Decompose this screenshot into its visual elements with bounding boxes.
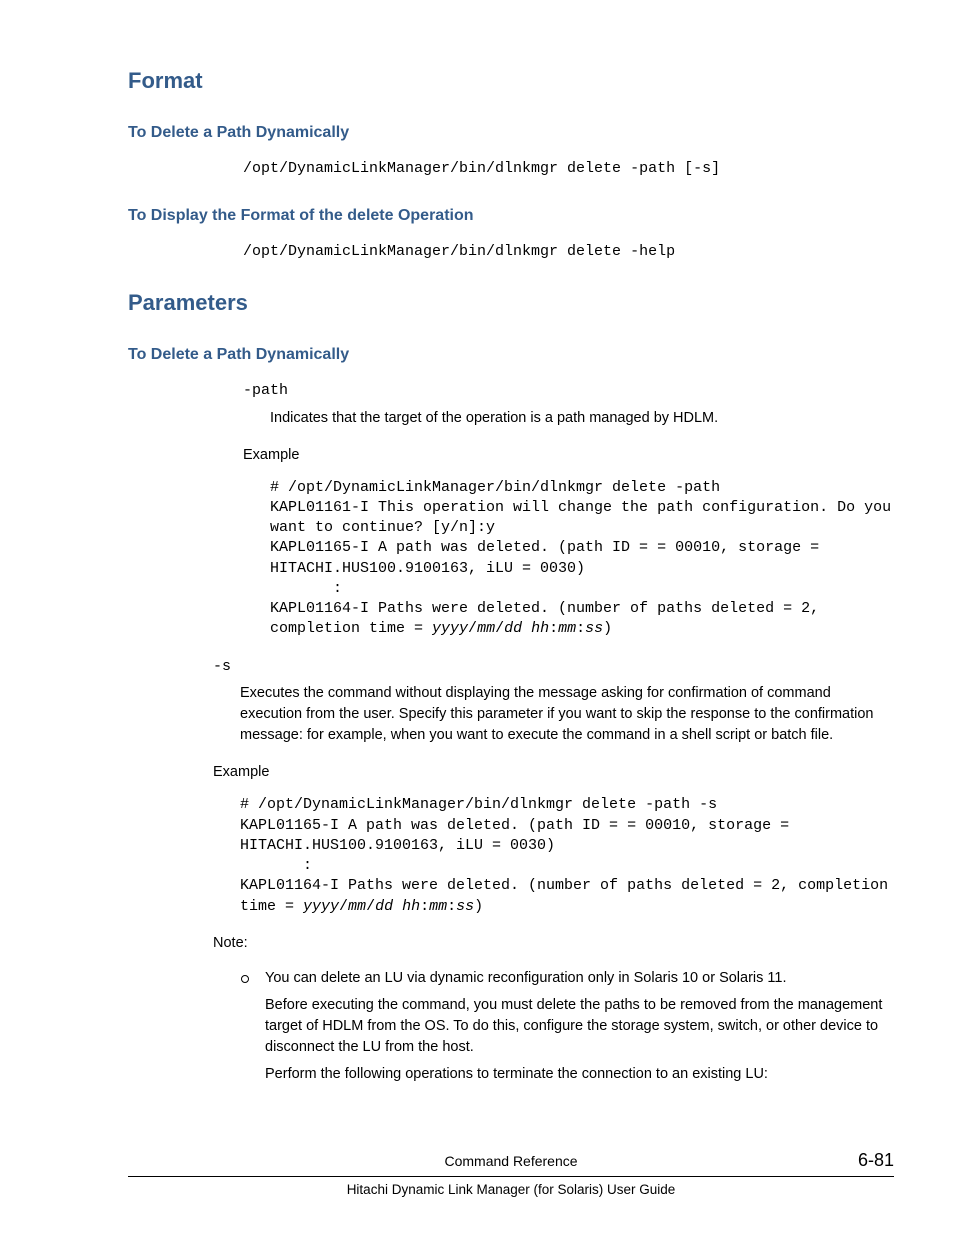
subsection-display-format: To Display the Format of the delete Oper… xyxy=(128,204,894,227)
code-sep: : xyxy=(420,898,429,915)
page-number: 6-81 xyxy=(834,1147,894,1173)
example-label: Example xyxy=(213,762,894,783)
code-it: mm xyxy=(477,620,495,637)
code-delete-path: /opt/DynamicLinkManager/bin/dlnkmgr dele… xyxy=(243,158,894,180)
code-it: mm xyxy=(348,898,366,915)
subsection-delete-path: To Delete a Path Dynamically xyxy=(128,121,894,144)
code-it: dd hh xyxy=(375,898,420,915)
code-post: ) xyxy=(603,620,612,637)
note-label: Note: xyxy=(213,933,894,954)
example-label: Example xyxy=(243,445,894,466)
footer-section-name: Command Reference xyxy=(188,1151,834,1171)
param-path-block: -path Indicates that the target of the o… xyxy=(243,380,894,640)
note-text-2: Before executing the command, you must d… xyxy=(265,995,890,1058)
note-list: You can delete an LU via dynamic reconfi… xyxy=(265,968,894,1085)
code-it: ss xyxy=(456,898,474,915)
code-pre: # /opt/DynamicLinkManager/bin/dlnkmgr de… xyxy=(270,479,900,638)
param-path-desc: Indicates that the target of the operati… xyxy=(270,408,894,429)
code-sep: : xyxy=(576,620,585,637)
code-it: mm xyxy=(429,898,447,915)
code-it: ss xyxy=(585,620,603,637)
code-sep: / xyxy=(468,620,477,637)
code-delete-help: /opt/DynamicLinkManager/bin/dlnkmgr dele… xyxy=(243,241,894,263)
code-sep: / xyxy=(495,620,504,637)
code-it: yyyy xyxy=(303,898,339,915)
note-text-1: You can delete an LU via dynamic reconfi… xyxy=(265,970,787,986)
note-text-3: Perform the following operations to term… xyxy=(265,1064,890,1085)
footer-doc-title: Hitachi Dynamic Link Manager (for Solari… xyxy=(128,1177,894,1200)
code-sep: / xyxy=(339,898,348,915)
code-it: yyyy xyxy=(432,620,468,637)
param-path-term: -path xyxy=(243,380,894,402)
code-it: dd hh xyxy=(504,620,549,637)
param-s-block: -s Executes the command without displayi… xyxy=(213,656,894,1085)
note-item: You can delete an LU via dynamic reconfi… xyxy=(265,968,894,1085)
section-heading-format: Format xyxy=(128,65,894,97)
code-sep: / xyxy=(366,898,375,915)
param-s-term: -s xyxy=(213,656,894,678)
code-it: mm xyxy=(558,620,576,637)
code-sep: : xyxy=(447,898,456,915)
section-heading-parameters: Parameters xyxy=(128,287,894,319)
code-sep: : xyxy=(549,620,558,637)
param-s-desc: Executes the command without displaying … xyxy=(240,683,894,746)
example-code-path: # /opt/DynamicLinkManager/bin/dlnkmgr de… xyxy=(270,478,894,640)
example-code-s: # /opt/DynamicLinkManager/bin/dlnkmgr de… xyxy=(240,795,894,917)
page-footer: Command Reference 6-81 Hitachi Dynamic L… xyxy=(128,1147,894,1200)
code-post: ) xyxy=(474,898,483,915)
subsection-params-delete-path: To Delete a Path Dynamically xyxy=(128,343,894,366)
